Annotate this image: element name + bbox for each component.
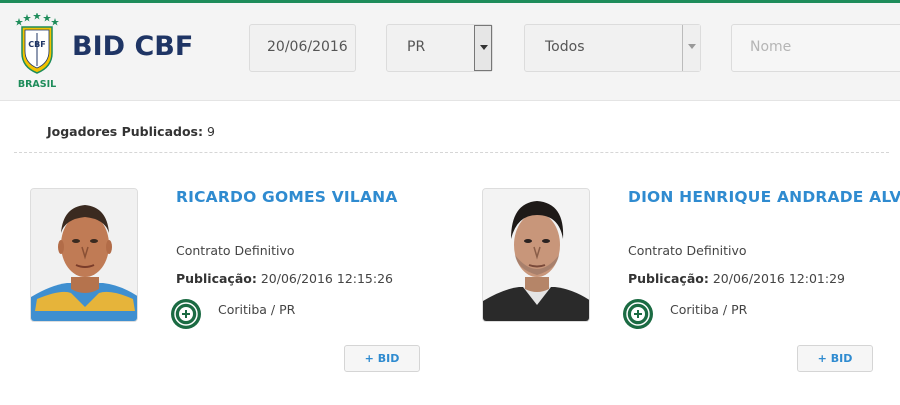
- header: CBF BRASIL BID CBF 20/06/2016 PR Todos N…: [0, 3, 900, 101]
- date-filter-value: 20/06/2016: [267, 39, 348, 55]
- published-count: Jogadores Publicados: 9: [47, 124, 215, 139]
- player-photo[interactable]: [482, 188, 590, 322]
- state-select[interactable]: PR: [386, 24, 493, 72]
- name-search-placeholder: Nome: [750, 39, 792, 55]
- divider: [14, 152, 889, 153]
- publication-label: Publicação:: [628, 271, 709, 286]
- player-club: Coritiba / PR: [218, 302, 296, 317]
- bid-button[interactable]: + BID: [797, 345, 873, 372]
- player-card: DION HENRIQUE ANDRADE ALVES Contrato Def…: [482, 186, 900, 386]
- publication-label: Publicação:: [176, 271, 257, 286]
- publication-info: Publicação: 20/06/2016 12:01:29: [628, 271, 845, 286]
- coritiba-crest-icon: [622, 298, 654, 330]
- publication-date: 20/06/2016 12:01:29: [712, 271, 846, 286]
- chevron-down-icon[interactable]: [682, 25, 700, 71]
- publication-date: 20/06/2016 12:15:26: [260, 271, 394, 286]
- svg-text:CBF: CBF: [28, 40, 45, 49]
- name-search-input[interactable]: Nome: [731, 24, 900, 72]
- player-card: RICARDO GOMES VILANA Contrato Definitivo…: [30, 186, 450, 386]
- player-photo[interactable]: [30, 188, 138, 322]
- club-select[interactable]: Todos: [524, 24, 701, 72]
- published-count-label: Jogadores Publicados:: [47, 124, 203, 139]
- brand-title: BID CBF: [72, 31, 194, 62]
- player-club: Coritiba / PR: [670, 302, 748, 317]
- player-name[interactable]: RICARDO GOMES VILANA: [176, 188, 398, 206]
- svg-text:BRASIL: BRASIL: [18, 79, 56, 90]
- contract-type: Contrato Definitivo: [176, 243, 295, 258]
- cbf-logo[interactable]: CBF BRASIL: [14, 12, 60, 91]
- contract-type: Contrato Definitivo: [628, 243, 747, 258]
- bid-button[interactable]: + BID: [344, 345, 420, 372]
- date-filter[interactable]: 20/06/2016: [249, 24, 356, 72]
- chevron-down-icon[interactable]: [474, 25, 492, 71]
- player-name[interactable]: DION HENRIQUE ANDRADE ALVES: [628, 188, 900, 206]
- publication-info: Publicação: 20/06/2016 12:15:26: [176, 271, 393, 286]
- state-select-value: PR: [407, 39, 426, 55]
- published-count-value: 9: [206, 124, 215, 139]
- club-select-value: Todos: [545, 39, 585, 55]
- coritiba-crest-icon: [170, 298, 202, 330]
